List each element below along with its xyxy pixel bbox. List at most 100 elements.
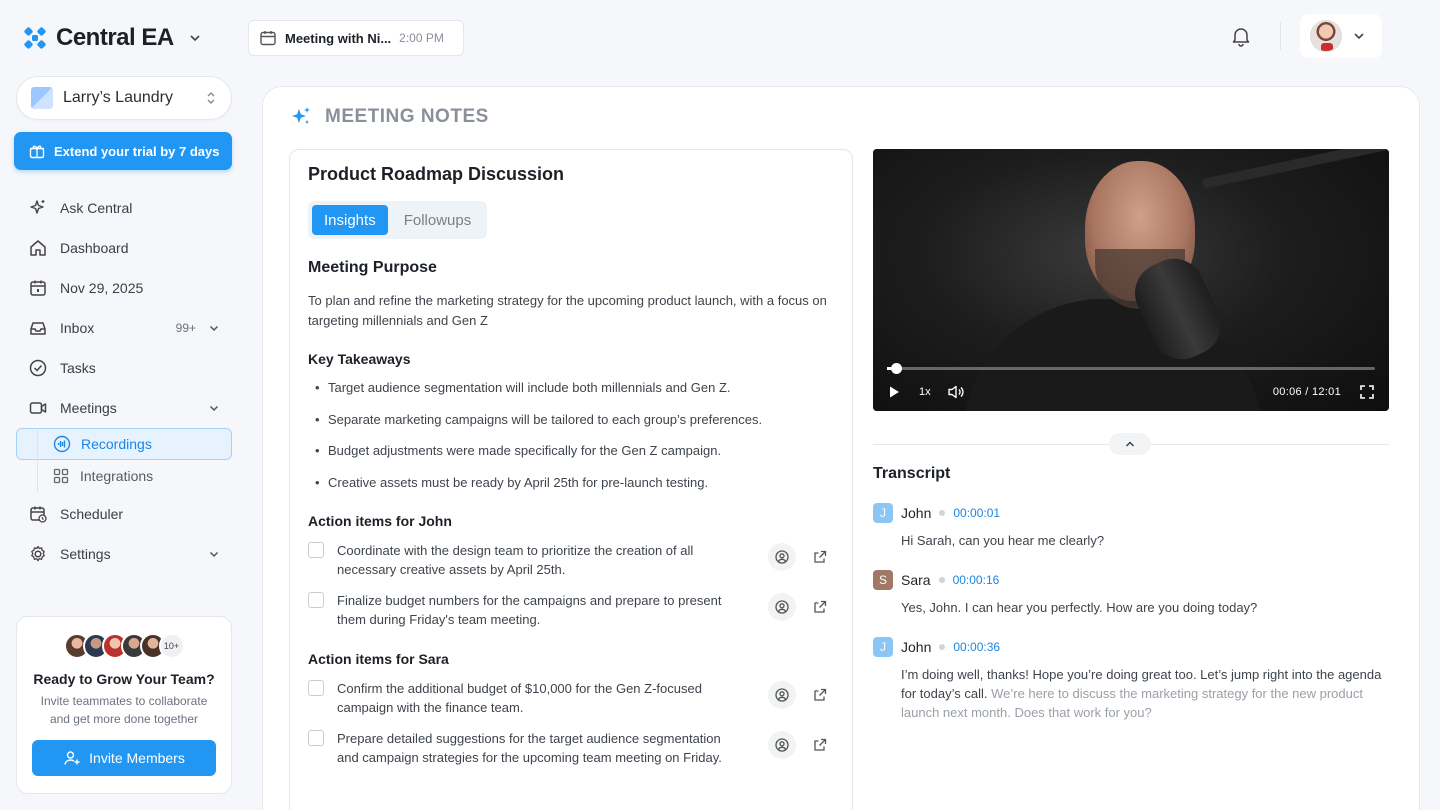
- grow-card-subtitle: Invite teammates to collaborate and get …: [40, 694, 208, 726]
- timestamp-link[interactable]: 00:00:16: [953, 573, 1000, 587]
- chevron-down-icon[interactable]: [208, 322, 220, 334]
- fullscreen-icon[interactable]: [1359, 384, 1375, 400]
- transcript-entry[interactable]: S Sara 00:00:16 Yes, John. I can hear yo…: [873, 570, 1389, 617]
- transcript-text: Yes, John. I can hear you perfectly. How…: [873, 598, 1389, 617]
- meeting-purpose-text: To plan and refine the marketing strateg…: [308, 293, 827, 328]
- sidebar-item-integrations[interactable]: Integrations: [38, 460, 232, 492]
- brand[interactable]: Central EA: [22, 24, 202, 52]
- timestamp-link[interactable]: 00:00:01: [953, 506, 1000, 520]
- sidebar-item-inbox[interactable]: Inbox 99+: [16, 308, 232, 348]
- action-text: Confirm the additional budget of $10,000…: [337, 681, 702, 715]
- sidebar-item-settings[interactable]: Settings: [16, 534, 232, 574]
- sidebar-item-date[interactable]: Nov 29, 2025: [16, 268, 232, 308]
- meeting-notes-card: Product Roadmap Discussion Insights Foll…: [289, 149, 853, 810]
- chevron-down-icon[interactable]: [208, 548, 220, 560]
- meeting-title: Meeting with Ni...: [285, 30, 392, 46]
- assign-button[interactable]: [768, 543, 796, 571]
- extend-trial-label: Extend your trial by 7 days: [54, 143, 220, 159]
- assign-button[interactable]: [768, 731, 796, 759]
- transcript-entry[interactable]: J John 00:00:36 I’m doing well, thanks! …: [873, 637, 1389, 722]
- central-logo-icon: [24, 27, 46, 49]
- transcript-panel: Transcript J John 00:00:01 Hi Sarah, can…: [873, 465, 1389, 722]
- submenu-line: [37, 428, 38, 492]
- transcript-text: I’m doing well, thanks! Hope you’re doin…: [873, 665, 1389, 722]
- video-time: 00:06 / 12:01: [1272, 386, 1341, 398]
- meeting-purpose-heading: Meeting Purpose: [308, 259, 437, 276]
- chevron-down-icon[interactable]: [208, 402, 220, 414]
- volume-icon[interactable]: [947, 384, 965, 400]
- key-takeaways-heading: Key Takeaways: [308, 351, 411, 367]
- invite-members-button[interactable]: Invite Members: [32, 740, 216, 776]
- list-item: Budget adjustments were made specificall…: [308, 442, 834, 474]
- video-scrub-handle[interactable]: [891, 363, 902, 374]
- grow-card-title: Ready to Grow Your Team?: [33, 671, 215, 687]
- assign-button[interactable]: [768, 681, 796, 709]
- action-item: Confirm the additional budget of $10,000…: [308, 679, 834, 717]
- sidebar-item-label: Ask Central: [60, 200, 133, 216]
- speaker-avatar: J: [873, 503, 893, 523]
- transcript-title: Transcript: [873, 465, 951, 482]
- open-external-button[interactable]: [806, 593, 834, 621]
- notifications-button[interactable]: [1230, 25, 1252, 52]
- transcript-text-main: Hi Sarah, can you hear me clearly?: [901, 533, 1105, 548]
- timestamp-link[interactable]: 00:00:36: [953, 640, 1000, 654]
- action-text: Coordinate with the design team to prior…: [337, 543, 694, 577]
- extend-trial-button[interactable]: Extend your trial by 7 days: [14, 132, 232, 170]
- transcript-entry[interactable]: J John 00:00:01 Hi Sarah, can you hear m…: [873, 503, 1389, 550]
- assign-button[interactable]: [768, 593, 796, 621]
- current-meeting-chip[interactable]: Meeting with Ni... 2:00 PM: [248, 20, 464, 56]
- john-actions-heading: Action items for John: [308, 513, 452, 529]
- separator-dot: [938, 577, 945, 583]
- profile-menu[interactable]: [1300, 14, 1382, 58]
- sidebar-item-label: Recordings: [81, 436, 152, 452]
- action-checkbox[interactable]: [308, 730, 324, 746]
- meeting-time: 2:00 PM: [399, 31, 444, 45]
- sidebar-item-dashboard[interactable]: Dashboard: [16, 228, 232, 268]
- tab-followups[interactable]: Followups: [392, 205, 484, 235]
- gift-icon: [29, 145, 45, 159]
- action-checkbox[interactable]: [308, 592, 324, 608]
- bell-icon: [1232, 28, 1250, 47]
- action-checkbox[interactable]: [308, 542, 324, 558]
- open-external-button[interactable]: [806, 543, 834, 571]
- chevron-updown-icon: [207, 92, 215, 104]
- chevron-down-icon: [1354, 33, 1364, 40]
- action-text: Prepare detailed suggestions for the tar…: [337, 731, 722, 765]
- recording-video-player[interactable]: 1x 00:06 / 12:01: [873, 149, 1389, 411]
- section-header: MEETING NOTES: [289, 105, 489, 129]
- chevron-down-icon: [190, 35, 200, 42]
- waveform-icon: [53, 435, 71, 453]
- header-divider: [1280, 22, 1281, 50]
- team-avatars: 10+: [17, 633, 231, 659]
- sidebar-item-ask-central[interactable]: Ask Central: [16, 188, 232, 228]
- collapse-video-button[interactable]: [1109, 433, 1151, 455]
- sidebar-item-label: Tasks: [60, 360, 96, 376]
- sidebar-item-meetings[interactable]: Meetings: [16, 388, 232, 428]
- action-checkbox[interactable]: [308, 680, 324, 696]
- list-item: Separate marketing campaigns will be tai…: [308, 411, 834, 443]
- sidebar-item-scheduler[interactable]: Scheduler: [16, 494, 232, 534]
- workspace-switcher[interactable]: Larry’s Laundry: [16, 76, 232, 120]
- open-external-button[interactable]: [806, 681, 834, 709]
- tab-insights[interactable]: Insights: [312, 205, 388, 235]
- open-external-button[interactable]: [806, 731, 834, 759]
- sparkles-icon: [292, 107, 310, 124]
- speaker-avatar: J: [873, 637, 893, 657]
- sidebar-item-tasks[interactable]: Tasks: [16, 348, 232, 388]
- external-link-icon: [814, 600, 827, 613]
- workspace-logo: [31, 87, 53, 109]
- user-circle-icon: [775, 688, 789, 702]
- list-item: Creative assets must be ready by April 2…: [308, 474, 834, 506]
- video-progress-bar[interactable]: [887, 363, 1375, 374]
- playback-speed[interactable]: 1x: [919, 386, 931, 398]
- calendar-icon: [260, 31, 276, 46]
- app-name: Central EA: [56, 24, 174, 51]
- sidebar-item-label: Dashboard: [60, 240, 129, 256]
- sidebar-item-label: Meetings: [60, 400, 117, 416]
- add-user-icon: [64, 751, 80, 765]
- calendar-icon: [30, 280, 46, 296]
- sidebar-item-label: Integrations: [80, 468, 154, 484]
- chevron-up-icon: [1125, 441, 1135, 447]
- play-icon[interactable]: [887, 385, 901, 399]
- sidebar-item-recordings[interactable]: Recordings: [16, 428, 232, 460]
